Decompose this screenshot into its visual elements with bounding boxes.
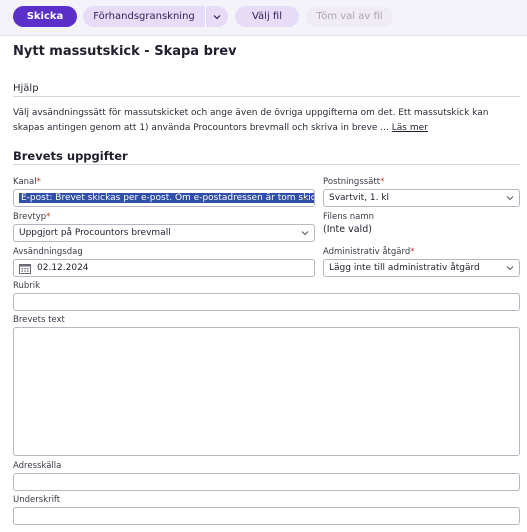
admin-value: Lägg inte till administrativ åtgärd bbox=[329, 263, 480, 273]
kanal-select[interactable]: E-post: Brevet skickas per e-post. Om e-… bbox=[13, 189, 315, 207]
chevron-down-icon bbox=[506, 196, 514, 201]
preview-button[interactable]: Förhandsgranskning bbox=[83, 6, 205, 27]
brevtext-textarea[interactable] bbox=[13, 327, 520, 456]
chevron-down-icon bbox=[213, 14, 221, 19]
toolbar: Skicka Förhandsgranskning Välj fil Töm v… bbox=[0, 0, 527, 36]
admin-label: Administrativ åtgärd* bbox=[323, 247, 415, 257]
chevron-down-icon bbox=[506, 266, 514, 271]
admin-select[interactable]: Lägg inte till administrativ åtgärd bbox=[323, 259, 520, 277]
choose-file-button[interactable]: Välj fil bbox=[235, 6, 299, 27]
help-divider bbox=[13, 96, 520, 97]
calendar-icon[interactable] bbox=[19, 263, 31, 274]
brevtyp-label: Brevtyp* bbox=[13, 212, 51, 222]
avsandning-label: Avsändningsdag bbox=[13, 247, 83, 257]
underskrift-input[interactable] bbox=[13, 507, 520, 525]
postning-value: Svartvit, 1. kl bbox=[329, 193, 390, 203]
clear-file-button[interactable]: Töm val av fil bbox=[306, 6, 393, 27]
brevtyp-value: Uppgjort på Procountors brevmall bbox=[19, 228, 171, 238]
rubrik-label: Rubrik bbox=[13, 281, 41, 291]
filnamn-value: (Inte vald) bbox=[323, 224, 372, 235]
postning-label: Postningssätt* bbox=[323, 177, 385, 187]
help-text: Välj avsändningssätt för massutskicket o… bbox=[13, 106, 513, 136]
preview-menu-button[interactable] bbox=[205, 6, 228, 27]
details-divider bbox=[13, 164, 520, 165]
rubrik-input[interactable] bbox=[13, 293, 520, 311]
adresskalla-label: Adresskälla bbox=[13, 461, 62, 471]
avsandning-value: 02.12.2024 bbox=[37, 263, 89, 273]
adresskalla-input[interactable] bbox=[13, 473, 520, 491]
read-more-link[interactable]: Läs mer bbox=[392, 123, 428, 133]
send-button[interactable]: Skicka bbox=[13, 6, 77, 27]
details-heading: Brevets uppgifter bbox=[13, 149, 128, 163]
postning-select[interactable]: Svartvit, 1. kl bbox=[323, 189, 520, 207]
chevron-down-icon bbox=[301, 231, 309, 236]
underskrift-label: Underskrift bbox=[13, 495, 61, 505]
brevtyp-select[interactable]: Uppgjort på Procountors brevmall bbox=[13, 224, 315, 242]
filnamn-label: Filens namn bbox=[323, 212, 375, 222]
brevtext-label: Brevets text bbox=[13, 315, 65, 325]
kanal-label: Kanal* bbox=[13, 177, 41, 187]
kanal-value: E-post: Brevet skickas per e-post. Om e-… bbox=[19, 193, 314, 203]
page-title: Nytt massutskick - Skapa brev bbox=[13, 44, 237, 59]
help-heading: Hjälp bbox=[13, 83, 39, 94]
avsandning-date-input[interactable]: 02.12.2024 bbox=[13, 259, 315, 277]
chevron-down-icon bbox=[301, 196, 309, 201]
